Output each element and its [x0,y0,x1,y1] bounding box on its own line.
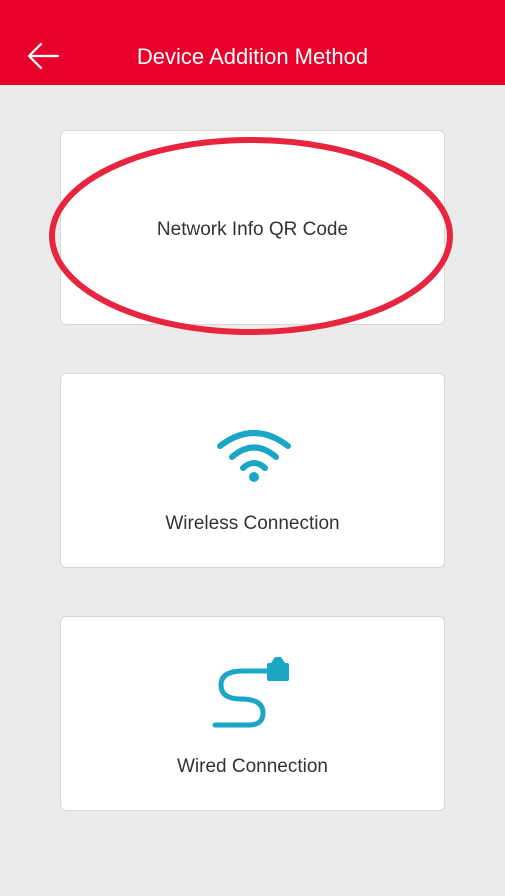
qr-code-method-label: Network Info QR Code [156,219,349,240]
wifi-icon [217,430,291,482]
qr-code-method-card[interactable]: Network Info QR Code [60,130,445,325]
wireless-method-label: Wireless Connection [165,513,340,534]
page-title: Device Addition Method [136,44,369,69]
wireless-method-card[interactable]: Wireless Connection [60,373,445,568]
wired-method-card[interactable]: Wired Connection [60,616,445,811]
top-bar: Device Addition Method [0,0,505,85]
ethernet-cable-icon [212,657,289,728]
wired-method-label: Wired Connection [176,756,329,777]
